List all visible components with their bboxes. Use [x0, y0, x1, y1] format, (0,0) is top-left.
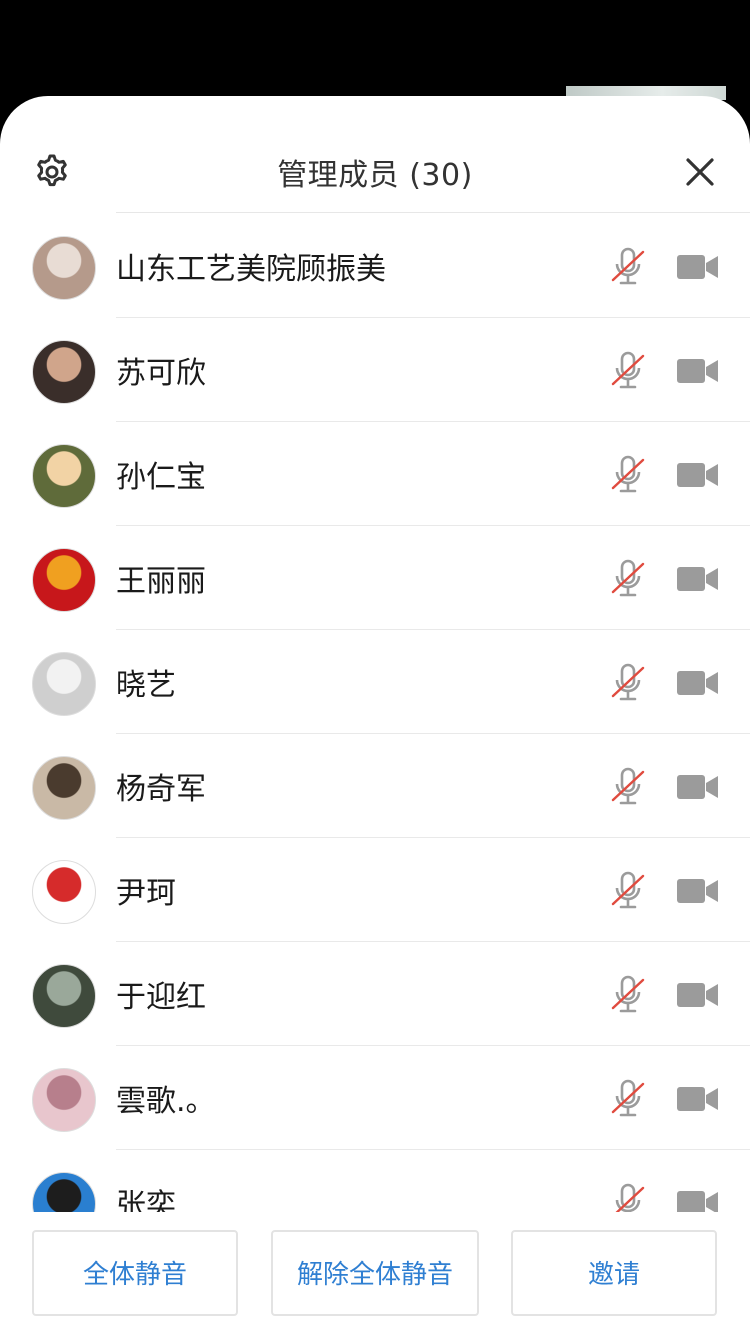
camera-off-icon[interactable]	[676, 460, 720, 490]
mic-muted-icon[interactable]	[608, 870, 648, 912]
member-row[interactable]: 张奕	[0, 1150, 750, 1212]
member-name: 晓艺	[116, 668, 176, 703]
camera-off-icon[interactable]	[676, 356, 720, 386]
member-name: 孙仁宝	[116, 460, 206, 495]
member-row[interactable]: 尹珂	[0, 838, 750, 942]
camera-off-icon[interactable]	[676, 876, 720, 906]
unmute-all-button[interactable]: 解除全体静音	[271, 1230, 479, 1316]
page-title: 管理成员 (30)	[277, 158, 473, 193]
mic-muted-icon[interactable]	[608, 558, 648, 600]
member-name: 王丽丽	[116, 564, 206, 599]
action-bar: 全体静音 解除全体静音 邀请	[0, 1212, 750, 1334]
member-name: 苏可欣	[116, 356, 206, 391]
member-row[interactable]: 苏可欣	[0, 318, 750, 422]
invite-button[interactable]: 邀请	[511, 1230, 717, 1316]
member-row[interactable]: 山东工艺美院顾振美	[0, 214, 750, 318]
mic-muted-icon[interactable]	[608, 662, 648, 704]
camera-off-icon[interactable]	[676, 668, 720, 698]
avatar	[32, 548, 96, 612]
mic-muted-icon[interactable]	[608, 974, 648, 1016]
camera-off-icon[interactable]	[676, 772, 720, 802]
mic-muted-icon[interactable]	[608, 350, 648, 392]
avatar	[32, 860, 96, 924]
mute-all-button[interactable]: 全体静音	[32, 1230, 238, 1316]
member-name: 雲歌.。	[116, 1084, 216, 1119]
mic-muted-icon[interactable]	[608, 454, 648, 496]
member-name: 杨奇军	[116, 772, 206, 807]
member-row[interactable]: 晓艺	[0, 630, 750, 734]
mic-muted-icon[interactable]	[608, 246, 648, 288]
camera-off-icon[interactable]	[676, 252, 720, 282]
member-name: 张奕	[116, 1188, 176, 1212]
close-icon[interactable]	[680, 152, 720, 192]
avatar	[32, 964, 96, 1028]
header-divider	[116, 212, 750, 213]
sheet-header: 管理成员 (30)	[0, 96, 750, 212]
avatar	[32, 1068, 96, 1132]
member-row[interactable]: 杨奇军	[0, 734, 750, 838]
member-row[interactable]: 孙仁宝	[0, 422, 750, 526]
avatar	[32, 652, 96, 716]
camera-off-icon[interactable]	[676, 564, 720, 594]
member-list[interactable]: 山东工艺美院顾振美 苏可欣孙仁宝王丽丽晓艺杨奇军尹珂于迎红雲歌.。张奕	[0, 214, 750, 1212]
manage-members-sheet: 管理成员 (30) 山东工艺美院顾振美 苏可欣孙仁宝王丽丽晓艺杨奇军尹珂于迎红雲歌…	[0, 96, 750, 1334]
mic-muted-icon[interactable]	[608, 766, 648, 808]
avatar	[32, 340, 96, 404]
mic-muted-icon[interactable]	[608, 1078, 648, 1120]
member-row[interactable]: 于迎红	[0, 942, 750, 1046]
camera-off-icon[interactable]	[676, 980, 720, 1010]
mic-muted-icon[interactable]	[608, 1182, 648, 1212]
avatar	[32, 756, 96, 820]
member-row[interactable]: 王丽丽	[0, 526, 750, 630]
camera-off-icon[interactable]	[676, 1188, 720, 1212]
member-name: 尹珂	[116, 876, 176, 911]
member-row[interactable]: 雲歌.。	[0, 1046, 750, 1150]
avatar	[32, 444, 96, 508]
member-name: 于迎红	[116, 980, 206, 1015]
camera-off-icon[interactable]	[676, 1084, 720, 1114]
member-name: 山东工艺美院顾振美	[116, 252, 386, 287]
avatar	[32, 1172, 96, 1212]
avatar	[32, 236, 96, 300]
status-bar-area	[0, 0, 750, 96]
